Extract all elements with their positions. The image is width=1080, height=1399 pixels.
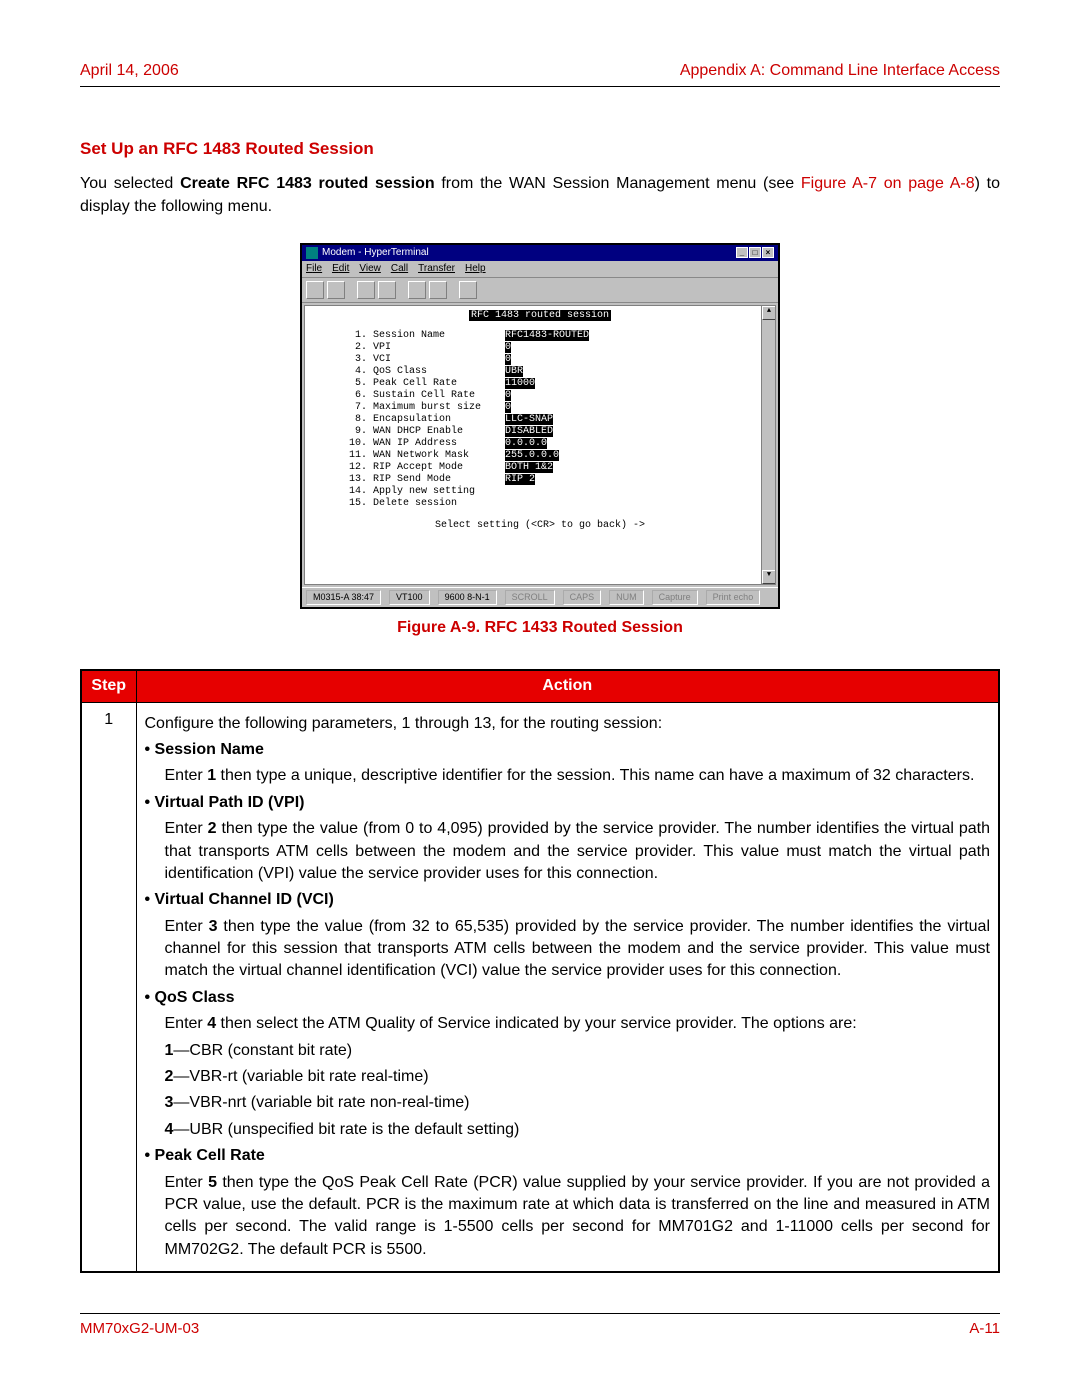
hyperterminal-window: Modem - HyperTerminal _ □ × File Edit View… xyxy=(300,243,780,609)
terminal-rows: 1. Session Name RFC1483-ROUTED 2. VPI 0 … xyxy=(349,330,771,510)
menu-bar[interactable]: File Edit View Call Transfer Help xyxy=(302,261,778,278)
qos-option: 3—VBR-nrt (variable bit rate non-real-ti… xyxy=(145,1092,991,1114)
scrollbar[interactable]: ▲ ▼ xyxy=(761,306,775,584)
status-dim: Print echo xyxy=(706,590,761,605)
toolbar-button[interactable] xyxy=(327,281,345,299)
page-header: April 14, 2006 Appendix A: Command Line … xyxy=(80,60,1000,87)
terminal-figure: Modem - HyperTerminal _ □ × File Edit View… xyxy=(80,243,1000,609)
action-paragraph: Enter 2 then type the value (from 0 to 4… xyxy=(145,818,991,885)
bullet-heading: QoS Class xyxy=(145,987,991,1009)
menu-item[interactable]: Transfer xyxy=(418,263,455,275)
terminal-row: 9. WAN DHCP Enable DISABLED xyxy=(349,426,771,438)
terminal-row: 6. Sustain Cell Rate 0 xyxy=(349,390,771,402)
toolbar-button[interactable] xyxy=(429,281,447,299)
window-titlebar: Modem - HyperTerminal _ □ × xyxy=(302,245,778,261)
intro-link[interactable]: Figure A-7 on page A-8 xyxy=(801,175,975,192)
scroll-down-icon[interactable]: ▼ xyxy=(762,570,776,584)
step-number: 1 xyxy=(81,702,136,1272)
steps-table: Step Action 1 Configure the following pa… xyxy=(80,669,1000,1273)
terminal-prompt: Select setting (<CR> to go back) -> xyxy=(309,520,771,532)
minimize-icon[interactable]: _ xyxy=(736,247,748,258)
col-action: Action xyxy=(136,670,999,702)
terminal-row: 7. Maximum burst size 0 xyxy=(349,402,771,414)
status-term: VT100 xyxy=(389,590,430,605)
status-time: M0315-A 38:47 xyxy=(306,590,381,605)
terminal-section-title: RFC 1483 routed session xyxy=(469,310,611,321)
qos-option: 4—UBR (unspecified bit rate is the defau… xyxy=(145,1119,991,1141)
footer-pagenum: A-11 xyxy=(969,1318,1000,1339)
terminal-row: 11. WAN Network Mask 255.0.0.0 xyxy=(349,450,771,462)
bullet-heading: Virtual Path ID (VPI) xyxy=(145,792,991,814)
toolbar-button[interactable] xyxy=(378,281,396,299)
toolbar xyxy=(302,278,778,303)
status-dim: SCROLL xyxy=(505,590,555,605)
window-title: Modem - HyperTerminal xyxy=(322,247,429,259)
action-cell: Configure the following parameters, 1 th… xyxy=(136,702,999,1272)
status-dim: CAPS xyxy=(563,590,602,605)
menu-item[interactable]: View xyxy=(359,263,381,275)
terminal-row: 10. WAN IP Address 0.0.0.0 xyxy=(349,438,771,450)
intro-bold: Create RFC 1483 routed session xyxy=(180,175,435,192)
bullet-heading: Session Name xyxy=(145,739,991,761)
scroll-up-icon[interactable]: ▲ xyxy=(762,306,776,320)
status-bar: M0315-A 38:47 VT100 9600 8-N-1 SCROLL CAPS NU… xyxy=(302,587,778,607)
page-footer: MM70xG2-UM-03 A-11 xyxy=(80,1313,1000,1339)
qos-option: 1—CBR (constant bit rate) xyxy=(145,1040,991,1062)
section-heading: Set Up an RFC 1483 Routed Session xyxy=(80,137,1000,161)
header-date: April 14, 2006 xyxy=(80,60,179,82)
menu-item[interactable]: File xyxy=(306,263,322,275)
bullet-heading: Virtual Channel ID (VCI) xyxy=(145,889,991,911)
menu-item[interactable]: Edit xyxy=(332,263,349,275)
action-paragraph: Enter 1 then type a unique, descriptive … xyxy=(145,765,991,787)
terminal-row: 5. Peak Cell Rate 11000 xyxy=(349,378,771,390)
close-icon[interactable]: × xyxy=(762,247,774,258)
menu-item[interactable]: Call xyxy=(391,263,408,275)
action-intro: Configure the following parameters, 1 th… xyxy=(145,713,991,735)
terminal-row: 4. QoS Class UBR xyxy=(349,366,771,378)
footer-docid: MM70xG2-UM-03 xyxy=(80,1318,199,1339)
col-step: Step xyxy=(81,670,136,702)
figure-caption: Figure A-9. RFC 1433 Routed Session xyxy=(80,617,1000,639)
terminal-row: 14. Apply new setting xyxy=(349,486,771,498)
terminal-row: 1. Session Name RFC1483-ROUTED xyxy=(349,330,771,342)
bullet-heading: Peak Cell Rate xyxy=(145,1145,991,1167)
qos-option: 2—VBR-rt (variable bit rate real-time) xyxy=(145,1066,991,1088)
status-dim: Capture xyxy=(652,590,698,605)
intro-paragraph: You selected Create RFC 1483 routed sess… xyxy=(80,173,1000,218)
terminal-row: 12. RIP Accept Mode BOTH 1&2 xyxy=(349,462,771,474)
intro-mid: from the WAN Session Management menu (se… xyxy=(435,175,801,192)
action-paragraph: Enter 3 then type the value (from 32 to … xyxy=(145,916,991,983)
status-dim: NUM xyxy=(609,590,644,605)
terminal-row: 13. RIP Send Mode RIP 2 xyxy=(349,474,771,486)
action-paragraph: Enter 4 then select the ATM Quality of S… xyxy=(145,1013,991,1035)
maximize-icon[interactable]: □ xyxy=(749,247,761,258)
terminal-row: 2. VPI 0 xyxy=(349,342,771,354)
status-conn: 9600 8-N-1 xyxy=(438,590,497,605)
app-icon xyxy=(306,247,318,259)
toolbar-button[interactable] xyxy=(357,281,375,299)
intro-pre: You selected xyxy=(80,175,180,192)
toolbar-button[interactable] xyxy=(306,281,324,299)
terminal-row: 15. Delete session xyxy=(349,498,771,510)
terminal-body: RFC 1483 routed session 1. Session Name … xyxy=(304,305,776,585)
menu-item[interactable]: Help xyxy=(465,263,486,275)
toolbar-button[interactable] xyxy=(408,281,426,299)
header-appendix: Appendix A: Command Line Interface Acces… xyxy=(680,60,1000,82)
terminal-row: 8. Encapsulation LLC-SNAP xyxy=(349,414,771,426)
terminal-row: 3. VCI 0 xyxy=(349,354,771,366)
toolbar-button[interactable] xyxy=(459,281,477,299)
action-paragraph: Enter 5 then type the QoS Peak Cell Rate… xyxy=(145,1172,991,1262)
